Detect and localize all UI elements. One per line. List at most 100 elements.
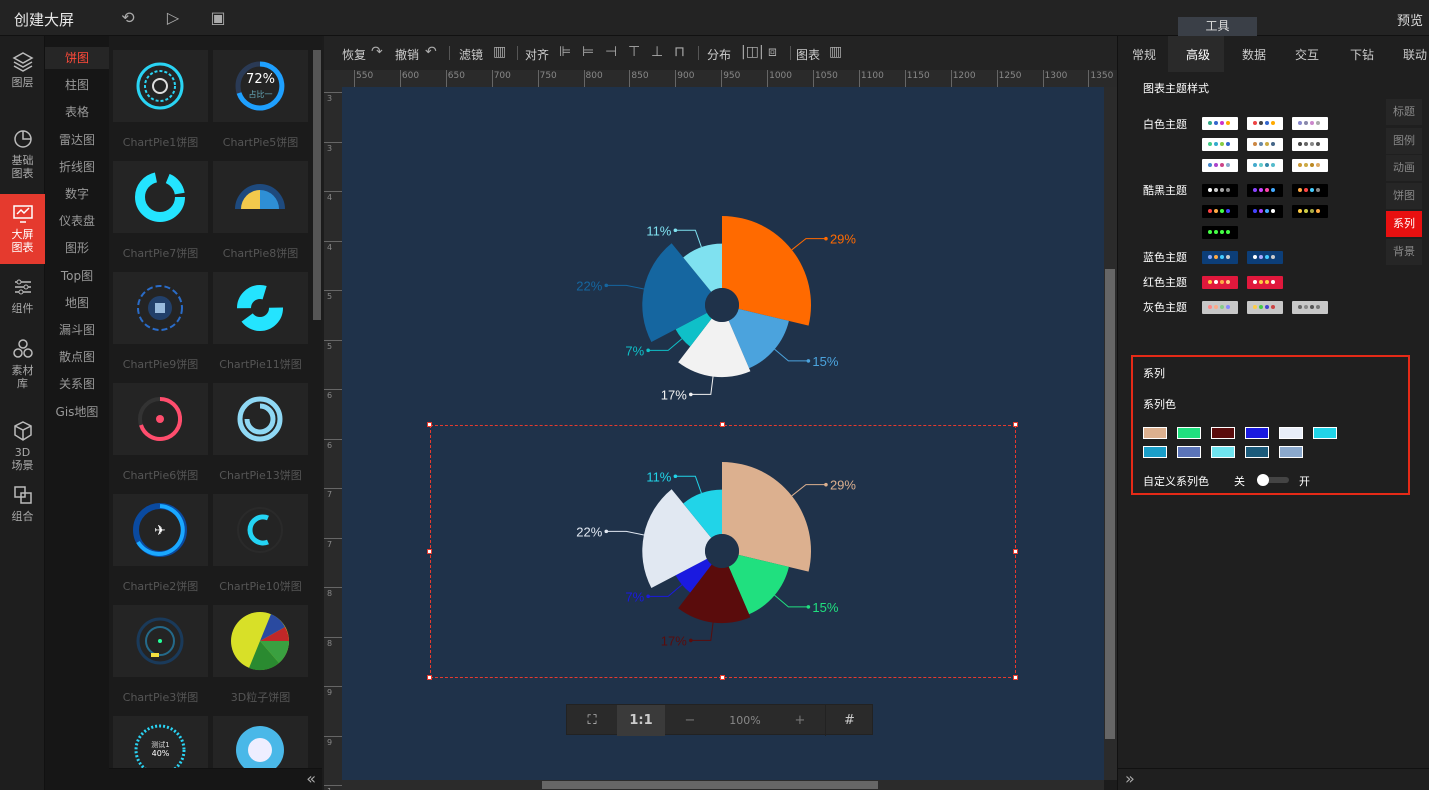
custom-color-toggle[interactable] bbox=[1257, 474, 1289, 486]
collapse-right-icon[interactable]: » bbox=[1117, 768, 1429, 790]
theme-swatch[interactable] bbox=[1202, 205, 1238, 218]
theme-swatch[interactable] bbox=[1202, 138, 1238, 151]
side-tab-0[interactable]: 标题 bbox=[1386, 99, 1422, 125]
theme-swatch[interactable] bbox=[1292, 184, 1328, 197]
category-item[interactable]: 数字 bbox=[45, 183, 109, 205]
chart-thumbnail[interactable] bbox=[213, 716, 308, 768]
side-tab-5[interactable]: 背景 bbox=[1386, 239, 1422, 265]
chart-thumbnail[interactable] bbox=[113, 161, 208, 233]
theme-swatch[interactable] bbox=[1202, 251, 1238, 264]
tab-5[interactable]: 联动 bbox=[1403, 46, 1427, 63]
zoom-in-button[interactable]: + bbox=[775, 705, 825, 736]
nav-item-3[interactable]: 组件 bbox=[0, 276, 45, 334]
scroll-thumb[interactable] bbox=[1105, 269, 1115, 739]
theme-swatch[interactable] bbox=[1202, 184, 1238, 197]
align-right-icon[interactable]: ⊣ bbox=[605, 44, 617, 60]
chart-thumbnail[interactable]: ✈ bbox=[113, 494, 208, 566]
resize-handle[interactable] bbox=[1013, 422, 1018, 427]
series-color-swatch[interactable] bbox=[1211, 427, 1235, 439]
category-item[interactable]: 雷达图 bbox=[45, 129, 109, 151]
theme-swatch[interactable] bbox=[1292, 205, 1328, 218]
chart-thumbnail[interactable] bbox=[213, 161, 308, 233]
side-tab-4[interactable]: 系列 bbox=[1386, 211, 1422, 237]
nav-item-1[interactable]: 基础 图表 bbox=[0, 128, 45, 186]
redo-icon[interactable]: ↷ bbox=[371, 44, 383, 60]
align-middle-icon[interactable]: ⊥ bbox=[651, 44, 663, 60]
canvas-horizontal-scrollbar[interactable] bbox=[342, 780, 1104, 790]
nav-item-4[interactable]: 素材库 bbox=[0, 338, 45, 396]
nav-item-0[interactable]: 图层 bbox=[0, 50, 45, 108]
resize-handle[interactable] bbox=[427, 675, 432, 680]
theme-swatch[interactable] bbox=[1202, 117, 1238, 130]
theme-swatch[interactable] bbox=[1202, 159, 1238, 172]
category-item[interactable]: 折线图 bbox=[45, 156, 109, 178]
align-top-icon[interactable]: ⊤ bbox=[628, 44, 640, 60]
series-color-swatch[interactable] bbox=[1279, 427, 1303, 439]
chart-thumbnail[interactable] bbox=[113, 605, 208, 677]
align-bottom-icon[interactable]: ⊓ bbox=[674, 44, 685, 60]
category-item[interactable]: 漏斗图 bbox=[45, 319, 109, 341]
category-item[interactable]: 散点图 bbox=[45, 346, 109, 368]
chart-thumbnail[interactable] bbox=[213, 383, 308, 455]
theme-swatch[interactable] bbox=[1247, 138, 1283, 151]
save-icon[interactable]: ▣ bbox=[208, 8, 228, 28]
category-item[interactable]: Top图 bbox=[45, 265, 109, 287]
chart-thumbnail[interactable] bbox=[213, 605, 308, 677]
nav-item-5[interactable]: 3D 场景 bbox=[0, 420, 45, 478]
theme-swatch[interactable] bbox=[1292, 117, 1328, 130]
canvas-vertical-scrollbar[interactable] bbox=[1104, 87, 1117, 780]
theme-swatch[interactable] bbox=[1292, 159, 1328, 172]
thumbnail-scrollbar[interactable] bbox=[313, 50, 321, 320]
theme-swatch[interactable] bbox=[1247, 117, 1283, 130]
undo-button[interactable]: 撤销 bbox=[395, 46, 419, 63]
scroll-thumb[interactable] bbox=[542, 781, 878, 789]
collapse-left-icon[interactable]: « bbox=[109, 768, 322, 790]
actual-size-button[interactable]: 1:1 bbox=[617, 705, 665, 736]
resize-handle[interactable] bbox=[720, 422, 725, 427]
filter-button[interactable]: 滤镜 bbox=[459, 46, 483, 63]
chart-thumbnail[interactable]: 72% 占比一 bbox=[213, 50, 308, 122]
category-item[interactable]: 关系图 bbox=[45, 373, 109, 395]
chart-button[interactable]: 图表 bbox=[796, 46, 820, 63]
tab-3[interactable]: 交互 bbox=[1295, 46, 1319, 63]
back-icon[interactable]: ⟲ bbox=[118, 8, 138, 28]
tab-4[interactable]: 下钻 bbox=[1350, 46, 1374, 63]
series-color-swatch[interactable] bbox=[1143, 446, 1167, 458]
selected-component-box[interactable] bbox=[427, 422, 1018, 680]
series-color-swatch[interactable] bbox=[1211, 446, 1235, 458]
tab-0[interactable]: 常规 bbox=[1132, 46, 1156, 63]
theme-swatch[interactable] bbox=[1247, 276, 1283, 289]
theme-swatch[interactable] bbox=[1247, 251, 1283, 264]
series-color-swatch[interactable] bbox=[1313, 427, 1337, 439]
resize-handle[interactable] bbox=[1013, 548, 1018, 554]
theme-swatch[interactable] bbox=[1247, 184, 1283, 197]
resize-handle[interactable] bbox=[427, 422, 432, 427]
series-color-swatch[interactable] bbox=[1245, 446, 1269, 458]
resize-handle[interactable] bbox=[427, 548, 432, 554]
side-tab-2[interactable]: 动画 bbox=[1386, 155, 1422, 181]
category-item[interactable]: 地图 bbox=[45, 292, 109, 314]
category-item[interactable]: 饼图 bbox=[45, 47, 109, 69]
fit-screen-icon[interactable]: ⛶ bbox=[567, 705, 617, 736]
resize-handle[interactable] bbox=[720, 675, 725, 680]
theme-swatch[interactable] bbox=[1247, 301, 1283, 314]
theme-swatch[interactable] bbox=[1292, 301, 1328, 314]
align-left-icon[interactable]: ⊫ bbox=[559, 44, 571, 60]
theme-swatch[interactable] bbox=[1247, 205, 1283, 218]
distribute-horizontal-icon[interactable]: |◫| bbox=[741, 44, 764, 60]
filter-chart-icon[interactable]: ▥ bbox=[493, 44, 506, 60]
chart-thumbnail[interactable] bbox=[213, 272, 308, 344]
chart-thumbnail[interactable] bbox=[113, 50, 208, 122]
distribute-vertical-icon[interactable]: ⧈ bbox=[768, 44, 777, 60]
undo-icon[interactable]: ↶ bbox=[425, 44, 437, 60]
chart-thumbnail[interactable]: 测试1 40% bbox=[113, 716, 208, 768]
distribute-button[interactable]: 分布 bbox=[707, 46, 731, 63]
chart-icon[interactable]: ▥ bbox=[829, 44, 842, 60]
series-color-swatch[interactable] bbox=[1177, 446, 1201, 458]
tab-2[interactable]: 数据 bbox=[1242, 46, 1266, 63]
theme-swatch[interactable] bbox=[1247, 159, 1283, 172]
theme-swatch[interactable] bbox=[1202, 276, 1238, 289]
preview-button[interactable]: 预览 bbox=[1397, 10, 1423, 29]
resize-handle[interactable] bbox=[1013, 675, 1018, 680]
category-item[interactable]: Gis地图 bbox=[45, 401, 109, 423]
